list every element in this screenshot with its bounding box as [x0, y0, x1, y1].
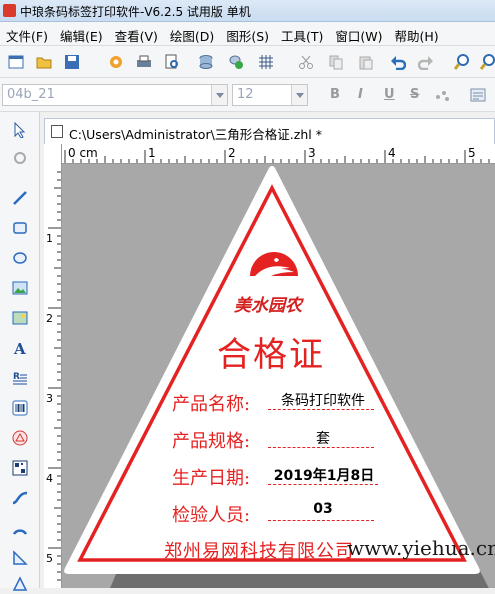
vertical-ruler-ticks — [48, 171, 61, 581]
settings-icon[interactable] — [106, 52, 126, 72]
horizontal-ruler-ticks — [64, 150, 490, 163]
rectangle-tool-icon[interactable] — [10, 218, 30, 238]
barcode-tool-icon[interactable] — [10, 398, 30, 418]
copy-icon[interactable] — [326, 52, 346, 72]
document-icon — [51, 125, 63, 138]
arc-tool-icon[interactable] — [10, 518, 30, 538]
title-bar: 中琅条码标签打印软件-V6.2.5 试用版 单机 — [0, 0, 495, 22]
picture-tool-icon[interactable] — [10, 308, 30, 328]
underline-spec — [268, 447, 374, 448]
ruler-label-5: 5 — [468, 146, 476, 160]
menu-help[interactable]: 帮助(H) — [389, 22, 445, 46]
vruler-label-3: 3 — [46, 392, 53, 405]
underline-button[interactable]: U — [384, 87, 395, 102]
strikethrough-button[interactable]: S — [410, 87, 419, 102]
italic-button[interactable]: I — [358, 87, 363, 102]
redo-icon[interactable] — [416, 52, 436, 72]
field-value-inspector[interactable]: 03 — [272, 501, 374, 517]
database-icon[interactable] — [196, 52, 216, 72]
app-icon — [3, 4, 16, 17]
data-source-icon[interactable] — [226, 52, 246, 72]
field-value-product[interactable]: 条码打印软件 — [272, 390, 374, 410]
ruler-label-4: 4 — [388, 146, 396, 160]
print-preview-icon[interactable] — [162, 52, 182, 72]
grid-icon[interactable] — [256, 52, 276, 72]
polygon-tool-icon[interactable] — [10, 548, 30, 568]
document-title: C:\Users\Administrator\三角形合格证.zhl * — [69, 127, 322, 142]
field-name-inspector[interactable]: 检验人员: — [172, 501, 250, 527]
shape-tool-icon[interactable] — [10, 428, 30, 448]
menu-edit[interactable]: 编辑(E) — [54, 22, 109, 46]
chevron-down-icon[interactable] — [291, 85, 307, 105]
triangle-tool-icon[interactable] — [10, 574, 30, 594]
design-canvas[interactable]: 美水园农 合格证 产品名称: 条码打印软件 产品规格: 套 生产日期: 2019… — [62, 164, 495, 588]
zoom-out-icon[interactable] — [478, 52, 495, 72]
font-name-value: 04b_21 — [7, 87, 55, 102]
vruler-label-2: 2 — [46, 312, 53, 325]
vertical-ruler: 1 2 3 4 5 — [44, 144, 62, 588]
paste-icon[interactable] — [356, 52, 376, 72]
rotate-icon[interactable] — [10, 148, 30, 168]
select-pointer-icon[interactable] — [10, 120, 30, 140]
vruler-label-4: 4 — [46, 472, 53, 485]
document-tab[interactable]: C:\Users\Administrator\三角形合格证.zhl * — [44, 118, 495, 144]
open-icon[interactable] — [34, 52, 54, 72]
ruler-label-3: 3 — [308, 146, 316, 160]
qrcode-tool-icon[interactable] — [10, 458, 30, 478]
menu-window[interactable]: 窗口(W) — [329, 22, 388, 46]
field-name-product[interactable]: 产品名称: — [172, 390, 250, 416]
rich-text-tool-icon[interactable]: R — [10, 368, 30, 388]
window-title: 中琅条码标签打印软件-V6.2.5 试用版 单机 — [20, 5, 251, 19]
vruler-label-5: 5 — [46, 552, 53, 565]
undo-icon[interactable] — [388, 52, 408, 72]
ruler-label-0: 0 cm — [68, 146, 98, 160]
font-name-select[interactable]: 04b_21 — [2, 84, 228, 106]
vruler-label-1: 1 — [46, 232, 53, 245]
bold-button[interactable]: B — [330, 87, 340, 102]
menu-bar: 文件(F) 编辑(E) 查看(V) 绘图(D) 图形(S) 工具(T) 窗口(W) 帮助(H) — [0, 22, 495, 46]
ellipse-tool-icon[interactable] — [10, 248, 30, 268]
ruler-label-1: 1 — [148, 146, 156, 160]
company-name[interactable]: 郑州易网科技有限公司 — [164, 537, 354, 563]
menu-file[interactable]: 文件(F) — [0, 22, 54, 46]
font-size-select[interactable]: 12 — [232, 84, 308, 106]
line-tool-icon[interactable] — [10, 188, 30, 208]
label-heading[interactable]: 合格证 — [217, 327, 325, 376]
ruler-label-2: 2 — [228, 146, 236, 160]
font-size-value: 12 — [237, 87, 254, 102]
field-value-date[interactable]: 2019年1月8日 — [266, 465, 382, 485]
new-icon[interactable] — [6, 52, 26, 72]
underline-date — [268, 484, 378, 485]
horizontal-ruler: 0 cm 1 2 3 4 5 — [62, 144, 495, 164]
main-toolbar — [0, 46, 495, 78]
menu-shape[interactable]: 图形(S) — [220, 22, 275, 46]
print-icon[interactable] — [134, 52, 154, 72]
menu-view[interactable]: 查看(V) — [109, 22, 164, 46]
save-icon[interactable] — [62, 52, 82, 72]
drawing-toolbar: A R — [0, 112, 40, 591]
field-value-spec[interactable]: 套 — [272, 428, 374, 448]
underline-inspector — [268, 520, 374, 521]
zoom-in-icon[interactable] — [452, 52, 472, 72]
svg-text:A: A — [13, 340, 26, 356]
format-toolbar: 04b_21 12 B I U S — [0, 78, 495, 112]
text-effect-icon[interactable] — [432, 85, 452, 105]
chevron-down-icon[interactable] — [211, 85, 227, 105]
label-shape[interactable] — [62, 164, 495, 588]
logo-text: 美水园农 — [234, 296, 302, 316]
field-name-spec[interactable]: 产品规格: — [172, 427, 250, 453]
text-tool-icon[interactable]: A — [10, 338, 30, 358]
curve-tool-icon[interactable] — [10, 488, 30, 508]
format-extra-icon[interactable] — [468, 85, 488, 105]
underline-product — [268, 409, 374, 410]
image-tool-icon[interactable] — [10, 278, 30, 298]
menu-tools[interactable]: 工具(T) — [275, 22, 329, 46]
field-name-date[interactable]: 生产日期: — [172, 464, 250, 490]
menu-draw[interactable]: 绘图(D) — [164, 22, 220, 46]
watermark-text: www.yiehua.cn — [347, 536, 495, 560]
cut-icon[interactable] — [296, 52, 316, 72]
